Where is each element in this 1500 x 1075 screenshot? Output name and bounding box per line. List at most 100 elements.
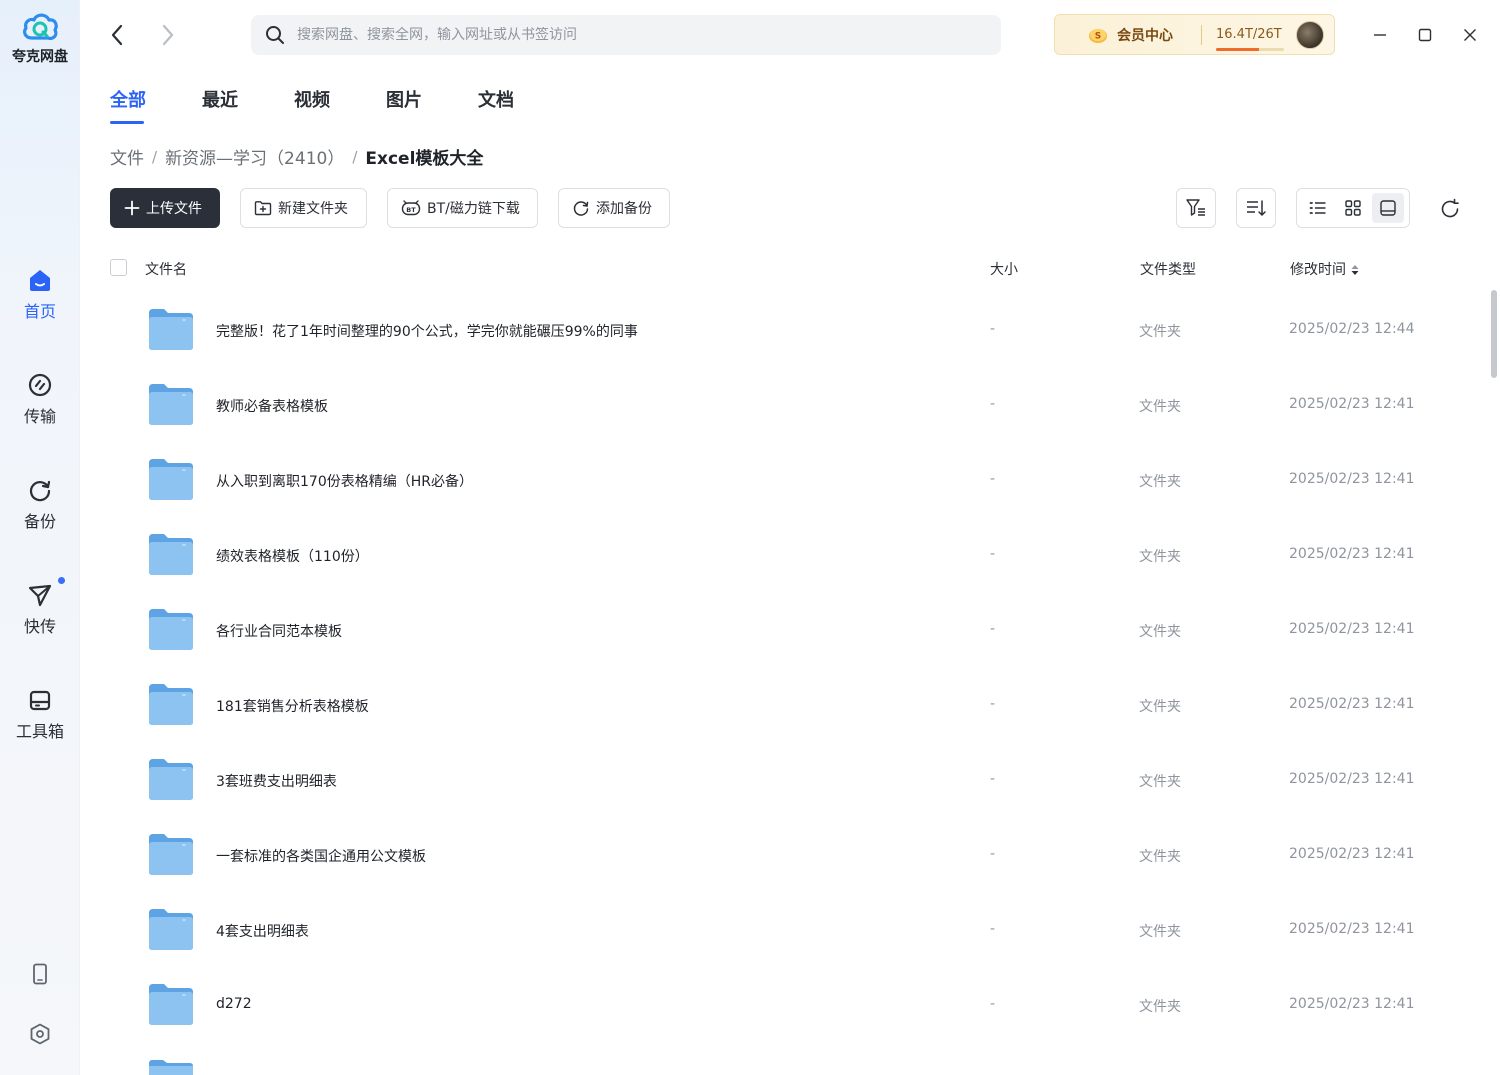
- file-name[interactable]: 教师必备表格模板: [216, 396, 328, 416]
- file-modified-time: 2025/02/23 12:41: [1289, 846, 1415, 862]
- file-name[interactable]: 完整版！花了1年时间整理的90个公式，学完你就能碾压99%的同事: [216, 321, 638, 341]
- sidebar-item-label: 备份: [23, 512, 56, 531]
- maximize-button[interactable]: [1410, 20, 1440, 50]
- file-type: 文件夹: [1139, 549, 1181, 565]
- backup-icon: [26, 476, 54, 504]
- file-name[interactable]: 各行业合同范本模板: [216, 621, 342, 641]
- table-row[interactable]: 一套标准的各类国企通用公文模板 - 文件夹 2025/02/23 12:41: [110, 818, 1480, 893]
- file-name[interactable]: 4套支出明细表: [216, 921, 309, 941]
- file-modified-time: 2025/02/23 12:41: [1289, 996, 1415, 1012]
- view-mode-switcher: [1296, 188, 1410, 228]
- file-size: -: [990, 471, 996, 487]
- vip-center-panel[interactable]: S 会员中心 16.4T/26T: [1054, 14, 1335, 55]
- file-name[interactable]: 从入职到离职170份表格精编（HR必备）: [216, 471, 473, 491]
- column-header-type[interactable]: 文件类型: [1140, 259, 1196, 279]
- avatar[interactable]: [1296, 20, 1324, 49]
- storage-indicator[interactable]: 16.4T/26T: [1216, 27, 1286, 51]
- table-row[interactable]: 教师必备表格模板 - 文件夹 2025/02/23 12:41: [110, 368, 1480, 443]
- back-button[interactable]: [105, 22, 129, 48]
- close-button[interactable]: [1455, 20, 1485, 50]
- settings-icon: [30, 1023, 50, 1045]
- file-type: 文件夹: [1139, 849, 1181, 865]
- plus-icon: [124, 200, 140, 216]
- app-logo[interactable]: 夸克网盘: [0, 10, 80, 66]
- column-header-size[interactable]: 大小: [990, 259, 1018, 279]
- table-row[interactable]: 181套销售分析表格模板 - 文件夹 2025/02/23 12:41: [110, 668, 1480, 743]
- file-type: 文件夹: [1139, 474, 1181, 490]
- search-bar[interactable]: [251, 15, 1001, 55]
- list-view-button[interactable]: [1302, 193, 1334, 223]
- settings-button[interactable]: [0, 1022, 80, 1046]
- scrollbar-thumb[interactable]: [1491, 290, 1497, 378]
- sort-button[interactable]: [1236, 188, 1276, 228]
- minimize-button[interactable]: [1365, 20, 1395, 50]
- svg-text:S: S: [1095, 31, 1101, 41]
- file-name[interactable]: 绩效表格模板（110份）: [216, 546, 369, 566]
- preview-view-icon: [1379, 200, 1396, 216]
- storage-usage-text: 16.4T/26T: [1216, 27, 1282, 42]
- minimize-icon: [1374, 34, 1386, 36]
- preview-view-button[interactable]: [1371, 193, 1404, 223]
- grid-view-button[interactable]: [1337, 193, 1369, 223]
- select-all-checkbox[interactable]: [110, 259, 127, 276]
- quick-send-icon: [26, 581, 54, 609]
- file-size: -: [990, 546, 996, 562]
- file-name[interactable]: 181套销售分析表格模板: [216, 696, 369, 716]
- table-row[interactable]: d272 - 文件夹 2025/02/23 12:41: [110, 968, 1480, 1043]
- new-folder-button[interactable]: 新建文件夹: [240, 188, 367, 228]
- breadcrumb-item-current: Excel模板大全: [365, 149, 484, 169]
- filter-button[interactable]: [1176, 188, 1216, 228]
- cloud-logo-icon: [23, 13, 58, 41]
- search-input[interactable]: [297, 27, 977, 43]
- file-modified-time: 2025/02/23 12:41: [1289, 696, 1415, 712]
- sidebar-item-toolbox[interactable]: 工具箱: [0, 686, 80, 742]
- tab-image[interactable]: 图片: [386, 86, 422, 124]
- file-size: -: [990, 621, 996, 637]
- tab-all[interactable]: 全部: [110, 86, 146, 124]
- breadcrumb: 文件 / 新资源—学习（2410） / Excel模板大全: [110, 144, 484, 170]
- forward-button[interactable]: [156, 22, 180, 48]
- table-row[interactable]: 4套支出明细表 - 文件夹 2025/02/23 12:41: [110, 893, 1480, 968]
- sidebar-item-quick-send[interactable]: 快传: [0, 577, 80, 637]
- table-row[interactable]: 各行业合同范本模板 - 文件夹 2025/02/23 12:41: [110, 593, 1480, 668]
- table-row[interactable]: 3套班费支出明细表 - 文件夹 2025/02/23 12:41: [110, 743, 1480, 818]
- breadcrumb-item-parent[interactable]: 新资源—学习（2410）: [165, 144, 344, 169]
- divider: [1201, 24, 1202, 45]
- column-header-modified[interactable]: 修改时间: [1290, 259, 1360, 279]
- folder-icon: [149, 684, 193, 725]
- folder-icon: [149, 384, 193, 425]
- tab-recent[interactable]: 最近: [202, 86, 238, 124]
- filter-icon: [1186, 199, 1205, 216]
- refresh-button[interactable]: [1436, 195, 1464, 223]
- table-row[interactable]: 绩效表格模板（110份） - 文件夹 2025/02/23 12:41: [110, 518, 1480, 593]
- file-size: -: [990, 846, 996, 862]
- file-name[interactable]: 一套标准的各类国企通用公文模板: [216, 846, 426, 866]
- column-header-name[interactable]: 文件名: [145, 259, 187, 279]
- bt-download-button[interactable]: BT BT/磁力链下载: [387, 188, 538, 228]
- breadcrumb-item-files[interactable]: 文件: [110, 144, 144, 169]
- file-name[interactable]: 3套班费支出明细表: [216, 771, 337, 791]
- folder-icon: [149, 459, 193, 500]
- upload-button[interactable]: 上传文件: [110, 188, 220, 228]
- file-name[interactable]: d272: [216, 996, 252, 1012]
- sidebar-item-home[interactable]: 首页: [0, 266, 80, 322]
- maximize-icon: [1418, 28, 1432, 42]
- phone-button[interactable]: [0, 962, 80, 986]
- sidebar-item-backup[interactable]: 备份: [0, 476, 80, 532]
- sidebar-item-label: 传输: [23, 407, 56, 426]
- storage-progress-bar: [1216, 48, 1284, 51]
- tab-video[interactable]: 视频: [294, 86, 330, 124]
- new-folder-icon: [254, 200, 272, 216]
- svg-text:BT: BT: [406, 206, 416, 214]
- add-backup-button[interactable]: 添加备份: [558, 188, 670, 228]
- add-backup-button-label: 添加备份: [596, 201, 652, 217]
- app-name: 夸克网盘: [12, 49, 68, 65]
- tab-document[interactable]: 文档: [478, 86, 514, 124]
- close-icon: [1464, 29, 1476, 41]
- sidebar-item-transfer[interactable]: 传输: [0, 371, 80, 427]
- table-row[interactable]: 完整版！花了1年时间整理的90个公式，学完你就能碾压99%的同事 - 文件夹 2025…: [110, 293, 1480, 368]
- folder-icon: [149, 909, 193, 950]
- file-modified-time: 2025/02/23 12:41: [1289, 471, 1415, 487]
- scrollbar[interactable]: [1488, 280, 1500, 1075]
- table-row[interactable]: 从入职到离职170份表格精编（HR必备） - 文件夹 2025/02/23 12:41: [110, 443, 1480, 518]
